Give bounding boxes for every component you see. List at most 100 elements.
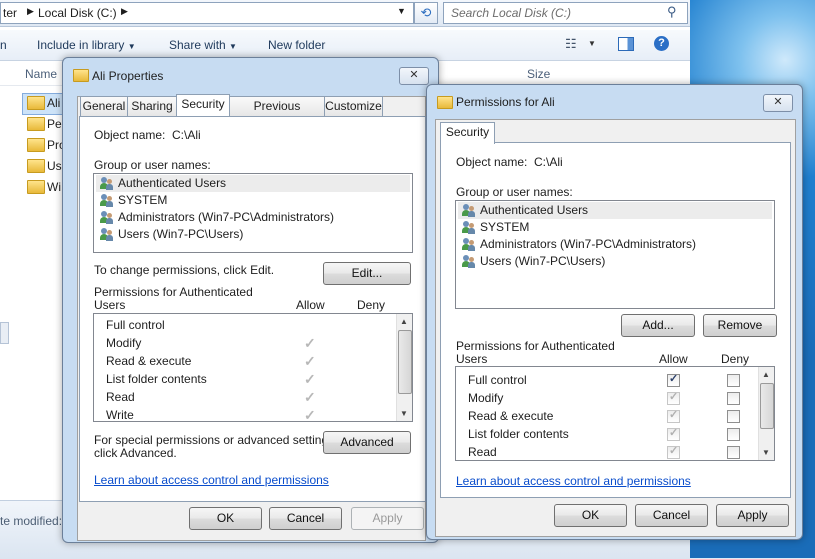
close-button[interactable]: ✕ — [399, 67, 429, 85]
new-folder-button[interactable]: New folder — [268, 38, 325, 52]
deny-checkbox[interactable] — [727, 374, 740, 387]
permission-list[interactable]: Full control Modify Read & execute List … — [455, 366, 775, 461]
user-item[interactable]: Users (Win7-PC\Users) — [458, 253, 605, 270]
permissions-for-label-user: Users — [94, 298, 126, 312]
allow-checkbox[interactable] — [667, 372, 680, 387]
permission-list[interactable]: Full control Modify ✓ Read & execute ✓ L… — [93, 313, 413, 422]
permission-scrollbar[interactable]: ▲ ▼ — [396, 314, 412, 421]
user-item-label: Users (Win7-PC\Users) — [480, 254, 606, 268]
access-control-help-link[interactable]: Learn about access control and permissio… — [456, 474, 691, 488]
user-item[interactable]: Users (Win7-PC\Users) — [96, 226, 243, 243]
folder-icon — [27, 96, 45, 110]
advanced-button[interactable]: Advanced — [323, 431, 411, 454]
users-icon — [100, 194, 114, 207]
tab-general[interactable]: General — [80, 96, 128, 116]
column-size[interactable]: Size — [527, 67, 550, 81]
scroll-up-icon[interactable]: ▲ — [762, 370, 770, 379]
cancel-button[interactable]: Cancel — [635, 504, 708, 527]
ok-button[interactable]: OK — [189, 507, 262, 530]
users-icon — [462, 238, 476, 251]
cancel-button[interactable]: Cancel — [269, 507, 342, 530]
tab-security[interactable]: Security — [440, 122, 495, 144]
deny-checkbox[interactable] — [727, 428, 740, 441]
remove-button[interactable]: Remove — [703, 314, 777, 337]
chevron-down-icon[interactable]: ▼ — [588, 39, 596, 48]
tab-sharing[interactable]: Sharing — [127, 96, 177, 116]
breadcrumb-part2[interactable]: Local Disk (C:) — [38, 6, 117, 20]
scroll-down-icon[interactable]: ▼ — [762, 448, 770, 457]
permissions-dialog: Permissions for Ali ✕ Security Object na… — [426, 84, 803, 540]
users-icon — [100, 211, 114, 224]
view-options-icon[interactable]: ☷ — [565, 36, 577, 52]
scroll-up-icon[interactable]: ▲ — [400, 317, 408, 326]
object-name-label: Object name: — [94, 128, 166, 142]
folder-icon — [73, 69, 89, 82]
edit-button[interactable]: Edit... — [323, 262, 411, 285]
close-button[interactable]: ✕ — [763, 94, 793, 112]
user-list[interactable]: Authenticated Users SYSTEM Administrator… — [93, 173, 413, 253]
share-label: Share with — [169, 38, 226, 52]
permissions-for-label: Permissions for Authenticated — [94, 285, 253, 299]
permission-label: Read & execute — [106, 354, 192, 368]
tab-security[interactable]: Security — [176, 94, 230, 116]
help-icon[interactable]: ? — [654, 36, 669, 51]
address-bar[interactable]: ter ▶ Local Disk (C:) ▶ ▼ — [0, 2, 414, 24]
user-item-label: Authenticated Users — [480, 203, 589, 217]
scroll-down-icon[interactable]: ▼ — [400, 409, 408, 418]
tab-strip: General Sharing Security Previous Versio… — [79, 94, 419, 132]
user-item[interactable]: Authenticated Users — [458, 202, 772, 219]
ok-button[interactable]: OK — [554, 504, 627, 527]
dialog-title: Permissions for Ali — [456, 95, 555, 109]
security-panel: Object name: C:\Ali Group or user names:… — [440, 142, 791, 498]
breadcrumb-arrow-icon[interactable]: ▶ — [27, 6, 34, 17]
search-input[interactable]: Search Local Disk (C:) ⚲ — [443, 2, 688, 24]
permission-scrollbar[interactable]: ▲ ▼ — [758, 367, 774, 460]
folder-icon — [27, 180, 45, 194]
allow-check-icon: ✓ — [304, 389, 316, 405]
breadcrumb-part1[interactable]: ter — [3, 6, 17, 20]
search-icon[interactable]: ⚲ — [667, 4, 677, 20]
user-item-label: Users (Win7-PC\Users) — [118, 227, 244, 241]
user-item[interactable]: Authenticated Users — [96, 175, 410, 192]
deny-checkbox[interactable] — [727, 392, 740, 405]
scroll-thumb[interactable] — [760, 383, 774, 429]
add-button[interactable]: Add... — [621, 314, 695, 337]
apply-button[interactable]: Apply — [351, 507, 424, 530]
include-in-library-menu[interactable]: Include in library ▼ — [37, 38, 136, 52]
preview-pane-icon[interactable] — [618, 37, 634, 51]
access-control-help-link[interactable]: Learn about access control and permissio… — [94, 473, 329, 487]
user-item[interactable]: SYSTEM — [96, 192, 167, 209]
apply-button[interactable]: Apply — [716, 504, 789, 527]
user-item[interactable]: Administrators (Win7-PC\Administrators) — [458, 236, 696, 253]
dialog-body: Security Object name: C:\Ali Group or us… — [435, 119, 796, 537]
include-label: Include in library — [37, 38, 125, 52]
nav-pane-splitter[interactable] — [0, 322, 9, 344]
object-name-value: C:\Ali — [172, 128, 201, 142]
users-icon — [462, 221, 476, 234]
user-item[interactable]: Administrators (Win7-PC\Administrators) — [96, 209, 334, 226]
scroll-thumb[interactable] — [398, 330, 412, 394]
users-icon — [462, 204, 476, 217]
user-item[interactable]: SYSTEM — [458, 219, 529, 236]
permission-label: Read — [468, 445, 497, 459]
allow-checkbox[interactable] — [667, 390, 680, 405]
tab-previous-versions[interactable]: Previous Versions — [229, 96, 325, 132]
list-item[interactable]: Ali — [47, 96, 60, 110]
tab-customize[interactable]: Customize — [324, 96, 383, 116]
allow-checkbox[interactable] — [667, 444, 680, 459]
address-bar-area: ter ▶ Local Disk (C:) ▶ ▼ ⟲ Search Local… — [0, 0, 690, 27]
deny-checkbox[interactable] — [727, 410, 740, 423]
deny-checkbox[interactable] — [727, 446, 740, 459]
organize-menu[interactable]: n — [0, 38, 7, 52]
history-dropdown-icon[interactable]: ▼ — [397, 6, 406, 16]
breadcrumb-arrow-icon[interactable]: ▶ — [121, 6, 128, 17]
deny-column-header: Deny — [357, 298, 386, 312]
column-name[interactable]: Name — [25, 67, 57, 81]
refresh-icon[interactable]: ⟲ — [414, 2, 438, 24]
list-item[interactable]: Wi — [47, 180, 61, 194]
allow-checkbox[interactable] — [667, 408, 680, 423]
allow-checkbox[interactable] — [667, 426, 680, 441]
share-with-menu[interactable]: Share with ▼ — [169, 38, 237, 52]
user-list[interactable]: Authenticated Users SYSTEM Administrator… — [455, 200, 775, 309]
folder-icon — [27, 159, 45, 173]
